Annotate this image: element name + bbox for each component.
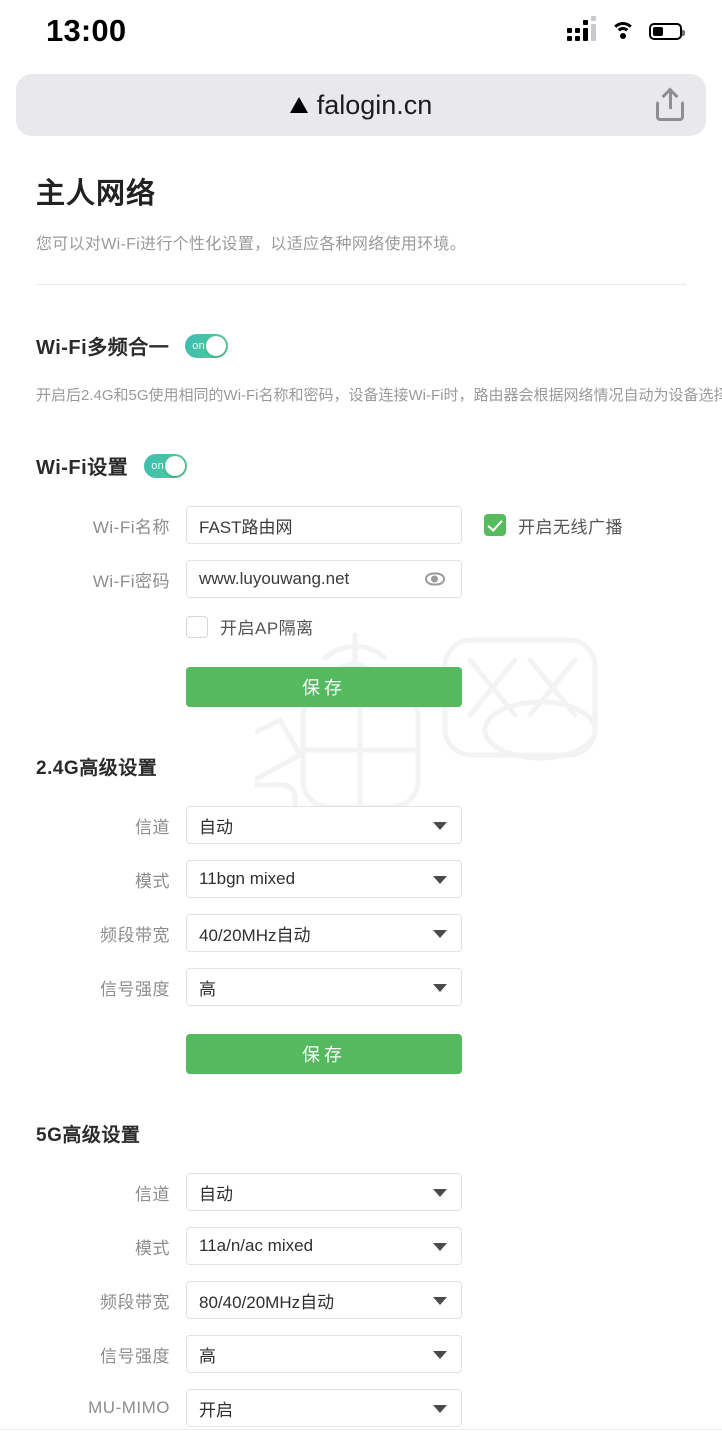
advanced-5g-form: 信道 自动 模式 11a/n/ac mixed 频段带宽 80/40/20MHz… — [36, 1173, 686, 1434]
phone-screen: 13:00 falogin.cn 主人网络 您可以对Wi-Fi进行个性化设置，以… — [0, 0, 722, 1434]
wifi-settings-toggle-knob — [165, 455, 186, 476]
advanced-24g-signal-value: 高 — [199, 979, 216, 999]
multiband-section-header: Wi-Fi多频合一 on — [36, 331, 686, 360]
advanced-24g-mode-label: 模式 — [135, 871, 170, 891]
advanced-5g-channel-label: 信道 — [135, 1184, 170, 1204]
bottom-divider — [0, 1429, 722, 1430]
password-label: Wi-Fi密码 — [92, 571, 170, 591]
multiband-toggle[interactable]: on — [185, 333, 229, 358]
advanced-24g-mode-value: 11bgn mixed — [199, 869, 296, 888]
browser-toolbar: falogin.cn — [0, 62, 722, 150]
advanced-24g-bandwidth-select[interactable]: 40/20MHz自动 — [186, 914, 462, 952]
chevron-down-icon — [433, 930, 447, 938]
eye-icon[interactable] — [425, 572, 445, 586]
chevron-down-icon — [433, 876, 447, 884]
wifi-icon — [610, 21, 635, 41]
table-row: 信号强度 高 — [36, 1335, 686, 1373]
advanced-5g-mumimo-select[interactable]: 开启 — [186, 1389, 462, 1427]
multiband-toggle-label: on — [192, 339, 206, 352]
share-icon[interactable] — [656, 87, 684, 121]
battery-icon — [649, 22, 685, 40]
ap-isolation-label: 开启AP隔离 — [220, 619, 314, 638]
chevron-down-icon — [433, 1189, 447, 1197]
advanced-5g-signal-value: 高 — [199, 1346, 216, 1366]
wifi-settings-toggle-label: on — [151, 459, 165, 472]
ssid-input[interactable]: FAST路由网 — [186, 506, 462, 544]
advanced-5g-title: 5G高级设置 — [36, 1125, 141, 1146]
advanced-24g-mode-select[interactable]: 11bgn mixed — [186, 860, 462, 898]
wifi-settings-title: Wi-Fi设置 — [36, 457, 129, 479]
advanced-5g-mode-select[interactable]: 11a/n/ac mixed — [186, 1227, 462, 1265]
table-row: 频段带宽 80/40/20MHz自动 — [36, 1281, 686, 1319]
advanced-5g-channel-value: 自动 — [199, 1184, 233, 1204]
advanced-5g-mode-label: 模式 — [135, 1238, 170, 1258]
table-row: 模式 11a/n/ac mixed — [36, 1227, 686, 1265]
address-bar-content: falogin.cn — [289, 89, 433, 121]
advanced-5g-mode-value: 11a/n/ac mixed — [199, 1236, 314, 1255]
multiband-title: Wi-Fi多频合一 — [36, 337, 170, 359]
wifi-settings-form: Wi-Fi名称 FAST路由网 开启无线广播 Wi-Fi密码 www.luyou… — [36, 506, 686, 707]
table-row: 频段带宽 40/20MHz自动 — [36, 914, 686, 952]
page-content: 主人网络 您可以对Wi-Fi进行个性化设置，以适应各种网络使用环境。 Wi-Fi… — [0, 150, 722, 1434]
advanced-24g-save-row: 保存 — [36, 1034, 686, 1074]
chevron-down-icon — [433, 1405, 447, 1413]
status-bar: 13:00 — [0, 0, 722, 62]
status-clock: 13:00 — [46, 13, 127, 48]
chevron-down-icon — [433, 1351, 447, 1359]
broadcast-checkbox[interactable] — [484, 514, 506, 536]
advanced-5g-section-header: 5G高级设置 — [36, 1120, 686, 1147]
ssid-label: Wi-Fi名称 — [92, 517, 170, 537]
table-row: 模式 11bgn mixed — [36, 860, 686, 898]
advanced-24g-section-header: 2.4G高级设置 — [36, 753, 686, 780]
advanced-5g-bandwidth-value: 80/40/20MHz自动 — [199, 1292, 335, 1312]
ap-isolation-checkbox[interactable] — [186, 615, 208, 638]
ssid-row: Wi-Fi名称 FAST路由网 开启无线广播 — [36, 506, 686, 544]
chevron-down-icon — [433, 822, 447, 830]
table-row: MU-MIMO 开启 — [36, 1389, 686, 1427]
broadcast-checkbox-group[interactable]: 开启无线广播 — [484, 513, 623, 538]
table-row: 信道 自动 — [36, 1173, 686, 1211]
advanced-24g-signal-select[interactable]: 高 — [186, 968, 462, 1006]
status-indicators — [567, 16, 685, 41]
multiband-toggle-knob — [206, 335, 227, 356]
advanced-5g-mumimo-label: MU-MIMO — [88, 1398, 170, 1417]
advanced-5g-channel-select[interactable]: 自动 — [186, 1173, 462, 1211]
wifi-settings-save-button[interactable]: 保存 — [186, 667, 462, 707]
address-bar[interactable]: falogin.cn — [16, 74, 706, 136]
address-bar-url: falogin.cn — [316, 89, 433, 120]
ap-isolation-checkbox-group[interactable]: 开启AP隔离 — [186, 614, 314, 639]
advanced-24g-save-button[interactable]: 保存 — [186, 1034, 462, 1074]
page-description: 您可以对Wi-Fi进行个性化设置，以适应各种网络使用环境。 — [36, 236, 467, 253]
advanced-24g-title: 2.4G高级设置 — [36, 758, 158, 779]
chevron-down-icon — [433, 1297, 447, 1305]
advanced-5g-signal-select[interactable]: 高 — [186, 1335, 462, 1373]
insecure-warning-icon — [289, 97, 308, 113]
password-value: www.luyouwang.net — [199, 569, 350, 588]
advanced-24g-form: 信道 自动 模式 11bgn mixed 频段带宽 40/20MHz自动 信号强… — [36, 806, 686, 1074]
advanced-24g-bandwidth-value: 40/20MHz自动 — [199, 925, 311, 945]
page-title: 主人网络 — [36, 178, 157, 210]
password-input[interactable]: www.luyouwang.net — [186, 560, 462, 598]
wifi-settings-save-row: 保存 — [36, 667, 686, 707]
ap-isolation-row: 开启AP隔离 — [36, 614, 686, 639]
advanced-5g-signal-label: 信号强度 — [100, 1346, 170, 1366]
advanced-5g-bandwidth-select[interactable]: 80/40/20MHz自动 — [186, 1281, 462, 1319]
wifi-settings-toggle[interactable]: on — [144, 453, 188, 478]
table-row: 信号强度 高 — [36, 968, 686, 1006]
advanced-24g-bandwidth-label: 频段带宽 — [100, 925, 170, 945]
chevron-down-icon — [433, 1243, 447, 1251]
advanced-24g-channel-label: 信道 — [135, 817, 170, 837]
multiband-note: 开启后2.4G和5G使用相同的Wi-Fi名称和密码，设备连接Wi-Fi时，路由器… — [36, 387, 722, 404]
advanced-24g-channel-value: 自动 — [199, 817, 233, 837]
chevron-down-icon — [433, 984, 447, 992]
advanced-5g-bandwidth-label: 频段带宽 — [100, 1292, 170, 1312]
cellular-signal-icon — [567, 16, 596, 41]
password-row: Wi-Fi密码 www.luyouwang.net — [36, 560, 686, 598]
advanced-24g-signal-label: 信号强度 — [100, 979, 170, 999]
advanced-5g-mumimo-value: 开启 — [199, 1400, 233, 1420]
wifi-settings-section-header: Wi-Fi设置 on — [36, 451, 686, 480]
broadcast-label: 开启无线广播 — [518, 517, 623, 537]
advanced-24g-channel-select[interactable]: 自动 — [186, 806, 462, 844]
table-row: 信道 自动 — [36, 806, 686, 844]
